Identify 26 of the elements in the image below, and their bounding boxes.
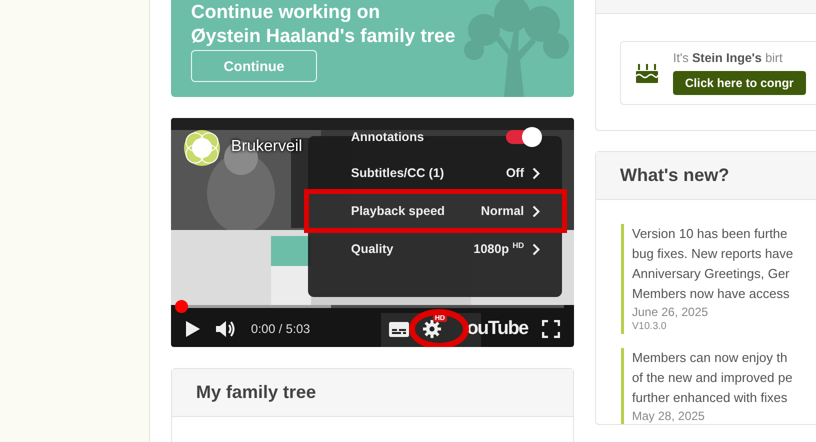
news-text: Version 10 has been furthe bug fixes. New reports have Anniversary Greetings, Ger Members now have access (632, 225, 794, 303)
card-heading: Continue working on (191, 1, 381, 25)
news-date: June 26, 2025 (632, 304, 710, 320)
channel-logo-icon[interactable] (183, 129, 221, 167)
congratulate-button[interactable]: Click here to congr (673, 71, 806, 95)
fullscreen-icon[interactable] (542, 320, 560, 338)
card-heading: Øystein Haaland's family tree (191, 25, 456, 49)
cake-icon (635, 62, 659, 84)
panel-title: What's new? (596, 152, 816, 200)
settings-icon[interactable] (422, 320, 441, 338)
news-text: Members can now enjoy th of the new and improved pe further enhanced with fixes (632, 349, 794, 407)
menu-item[interactable]: Annotations (308, 120, 562, 154)
play-icon[interactable] (185, 320, 201, 338)
toggle-switch[interactable] (506, 130, 540, 144)
chevron-icon (532, 204, 540, 218)
menu-item[interactable]: Subtitles/CC (1) Off (308, 154, 562, 192)
chevron-icon (532, 166, 540, 180)
logo-text[interactable]: ouTube (466, 318, 528, 340)
birthday-text: It's Stein Inge's birt (673, 51, 784, 65)
volume-icon[interactable] (215, 320, 237, 338)
news-date: May 28, 2025 (632, 408, 706, 424)
chevron-icon (532, 242, 540, 256)
video-time: 0:00 / 5:03 (251, 322, 310, 336)
panel-title: My family tree (172, 369, 573, 417)
video-title[interactable]: Brukerveil (231, 138, 302, 156)
version-label: V10.3.0 (632, 320, 668, 334)
